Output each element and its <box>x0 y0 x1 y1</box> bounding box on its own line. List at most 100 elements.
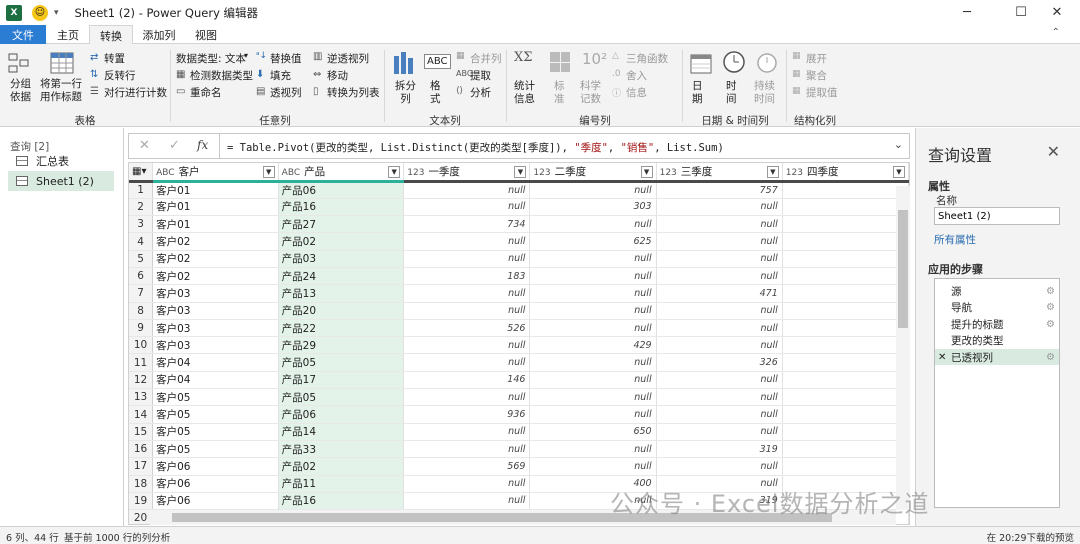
row-number[interactable]: 6 <box>129 267 154 286</box>
table-cell[interactable]: 产品27 <box>278 215 405 234</box>
split-column-button[interactable]: 拆分 列 <box>395 80 416 106</box>
applied-step[interactable]: 导航 ⚙ <box>935 300 1059 316</box>
table-cell[interactable]: null <box>656 336 783 355</box>
statistics-button[interactable]: 统计 信息 <box>514 80 535 106</box>
table-cell[interactable]: null <box>529 388 657 407</box>
table-cell[interactable]: null <box>529 250 657 268</box>
transpose-button[interactable]: 转置 <box>104 51 125 66</box>
table-cell[interactable]: 146 <box>403 371 531 390</box>
table-cell[interactable]: 734 <box>403 215 531 234</box>
table-cell[interactable]: 客户06 <box>152 457 279 476</box>
applied-steps-header[interactable]: 应用的步骤 <box>928 261 983 277</box>
table-cell[interactable]: 客户01 <box>152 181 279 199</box>
number-type-icon[interactable]: 123 <box>533 168 550 178</box>
tab-file[interactable]: 文件 <box>0 25 46 44</box>
applied-step[interactable]: 源 ⚙ <box>935 283 1059 299</box>
formula-input[interactable]: = Table.Pivot(更改的类型, List.Distinct(更改的类型… <box>227 140 724 155</box>
row-number[interactable]: 3 <box>129 215 154 234</box>
parse-button[interactable]: 分析 <box>470 85 491 100</box>
table-cell[interactable]: null <box>656 250 783 268</box>
table-cell[interactable]: null <box>656 371 783 390</box>
table-cell[interactable]: 产品06 <box>278 181 405 199</box>
table-row[interactable]: 13 客户05 产品05 null null null <box>129 388 909 407</box>
table-row[interactable]: 7 客户03 产品13 null null 471 <box>129 284 909 303</box>
table-cell[interactable]: 客户05 <box>152 440 279 459</box>
minimize-button[interactable]: ─ <box>944 0 990 25</box>
tab-home[interactable]: 主页 <box>48 25 88 44</box>
table-cell[interactable]: null <box>529 371 657 390</box>
query-item-summary[interactable]: 汇总表 <box>8 151 114 171</box>
table-cell[interactable]: 569 <box>403 457 531 476</box>
table-cell[interactable]: 183 <box>403 267 531 286</box>
row-number[interactable]: 7 <box>129 284 154 303</box>
table-cell[interactable]: 客户05 <box>152 388 279 407</box>
table-cell[interactable]: 产品17 <box>278 371 405 390</box>
query-item-sheet1-2[interactable]: Sheet1 (2) <box>8 171 114 191</box>
gear-icon[interactable]: ⚙ <box>1046 352 1055 363</box>
table-cell[interactable]: 产品16 <box>278 492 405 511</box>
table-cell[interactable]: null <box>656 423 783 441</box>
format-button[interactable]: 格 式 <box>430 80 441 106</box>
info-button[interactable]: 信息 <box>626 85 647 100</box>
table-cell[interactable]: 客户06 <box>152 475 279 493</box>
table-cell[interactable]: 客户02 <box>152 232 279 251</box>
table-cell[interactable]: 客户03 <box>152 284 279 303</box>
table-cell[interactable]: null <box>529 457 657 476</box>
data-type-dropdown[interactable]: 数据类型: 文本 <box>176 51 246 66</box>
rename-button[interactable]: 重命名 <box>190 85 222 100</box>
table-cell[interactable] <box>782 353 909 372</box>
close-icon[interactable]: ✕ <box>1047 142 1060 161</box>
reverse-rows-button[interactable]: 反转行 <box>104 68 136 83</box>
row-number[interactable]: 9 <box>129 319 154 338</box>
query-name-field[interactable] <box>934 207 1060 225</box>
formula-expand-chevron-icon[interactable]: ⌄ <box>894 138 903 151</box>
table-cell[interactable]: 产品22 <box>278 319 405 338</box>
table-cell[interactable] <box>782 405 909 424</box>
table-cell[interactable]: 产品20 <box>278 302 405 320</box>
row-number[interactable]: 11 <box>129 353 154 372</box>
properties-header[interactable]: 属性 <box>928 178 950 194</box>
table-row[interactable]: 4 客户02 产品02 null 625 null <box>129 232 909 251</box>
table-row[interactable]: 10 客户03 产品29 null 429 null <box>129 336 909 355</box>
table-cell[interactable] <box>782 267 909 286</box>
table-cell[interactable]: null <box>656 302 783 320</box>
table-cell[interactable] <box>782 302 909 320</box>
table-cell[interactable]: 产品05 <box>278 388 405 407</box>
column-profile-scope[interactable]: 基于前 1000 行的列分析 <box>64 530 170 544</box>
applied-step[interactable]: 更改的类型 <box>935 333 1059 349</box>
table-cell[interactable] <box>782 423 909 441</box>
table-cell[interactable]: 客户06 <box>152 492 279 511</box>
table-cell[interactable]: null <box>403 250 531 268</box>
table-cell[interactable]: 产品13 <box>278 284 405 303</box>
use-first-row-button[interactable]: 将第一行 用作标题 <box>40 78 82 104</box>
column-header[interactable]: ABC 产品 ▼ <box>278 163 405 183</box>
table-row[interactable]: 9 客户03 产品22 526 null null <box>129 319 909 338</box>
table-cell[interactable]: 936 <box>403 405 531 424</box>
vertical-scrollbar[interactable] <box>896 186 910 510</box>
pivot-column-button[interactable]: 透视列 <box>270 85 302 100</box>
table-row[interactable]: 5 客户02 产品03 null null null <box>129 250 909 268</box>
filter-dropdown-icon[interactable]: ▼ <box>262 166 275 178</box>
text-type-icon[interactable]: ABC <box>282 168 300 178</box>
table-cell[interactable] <box>782 319 909 338</box>
tab-add-column[interactable]: 添加列 <box>136 25 182 44</box>
table-cell[interactable]: null <box>529 440 657 459</box>
table-cell[interactable] <box>782 457 909 476</box>
table-cell[interactable] <box>782 215 909 234</box>
all-properties-link[interactable]: 所有属性 <box>934 232 976 247</box>
standard-button[interactable]: 标 准 <box>554 80 565 106</box>
table-cell[interactable] <box>782 371 909 390</box>
number-type-icon[interactable]: 123 <box>660 168 677 178</box>
move-button[interactable]: 移动 <box>327 68 348 83</box>
table-cell[interactable]: null <box>656 319 783 338</box>
date-button[interactable]: 日 期 <box>692 80 703 106</box>
table-cell[interactable]: null <box>403 336 531 355</box>
table-cell[interactable]: null <box>656 198 783 217</box>
table-cell[interactable]: 产品05 <box>278 353 405 372</box>
convert-to-list-button[interactable]: 转换为列表 <box>327 85 380 100</box>
duration-button[interactable]: 持续 时间 <box>754 80 775 106</box>
table-cell[interactable]: 客户04 <box>152 371 279 390</box>
table-cell[interactable]: 客户03 <box>152 336 279 355</box>
table-cell[interactable]: null <box>656 388 783 407</box>
row-number[interactable]: 1 <box>129 181 154 199</box>
